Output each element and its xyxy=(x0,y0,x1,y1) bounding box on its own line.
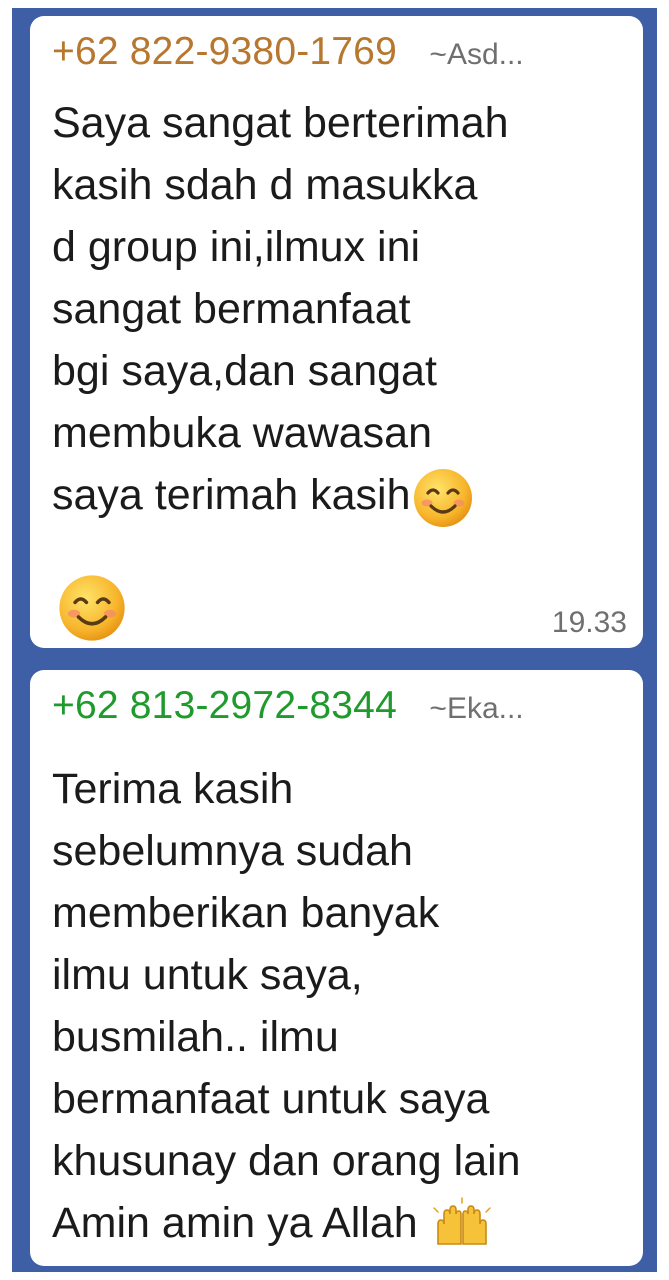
message-bubble[interactable]: +62 813-2972-8344 ~Eka... Terima kasih s… xyxy=(30,670,643,1266)
sender-phone[interactable]: +62 822-9380-1769 xyxy=(52,30,397,73)
smiling-face-icon xyxy=(56,572,128,644)
smiling-face-icon xyxy=(411,466,475,530)
message-header: +62 813-2972-8344 ~Eka... xyxy=(52,684,524,728)
message-panel: +62 822-9380-1769 ~Asd... Saya sangat be… xyxy=(12,8,657,660)
message-last-line: saya terimah kasih xyxy=(52,471,411,519)
message-time: 19.33 xyxy=(551,606,627,639)
message-last-line: Amin amin ya Allah xyxy=(52,1199,418,1247)
message-text: Saya sangat berterimah kasih sdah d masu… xyxy=(52,92,627,530)
message-body: Saya sangat berterimah kasih sdah d masu… xyxy=(52,99,509,457)
message-bubble[interactable]: +62 822-9380-1769 ~Asd... Saya sangat be… xyxy=(30,16,643,648)
sender-alias: ~Eka... xyxy=(429,692,524,725)
sender-alias: ~Asd... xyxy=(429,38,524,71)
raising-hands-icon xyxy=(430,1194,494,1258)
sender-phone[interactable]: +62 813-2972-8344 xyxy=(52,684,397,727)
message-header: +62 822-9380-1769 ~Asd... xyxy=(52,30,524,74)
screenshot-frame: +62 822-9380-1769 ~Asd... Saya sangat be… xyxy=(0,0,669,1280)
message-body: Terima kasih sebelumnya sudah memberikan… xyxy=(52,765,521,1185)
message-panel: +62 813-2972-8344 ~Eka... Terima kasih s… xyxy=(12,660,657,1272)
message-text: Terima kasih sebelumnya sudah memberikan… xyxy=(52,758,627,1258)
